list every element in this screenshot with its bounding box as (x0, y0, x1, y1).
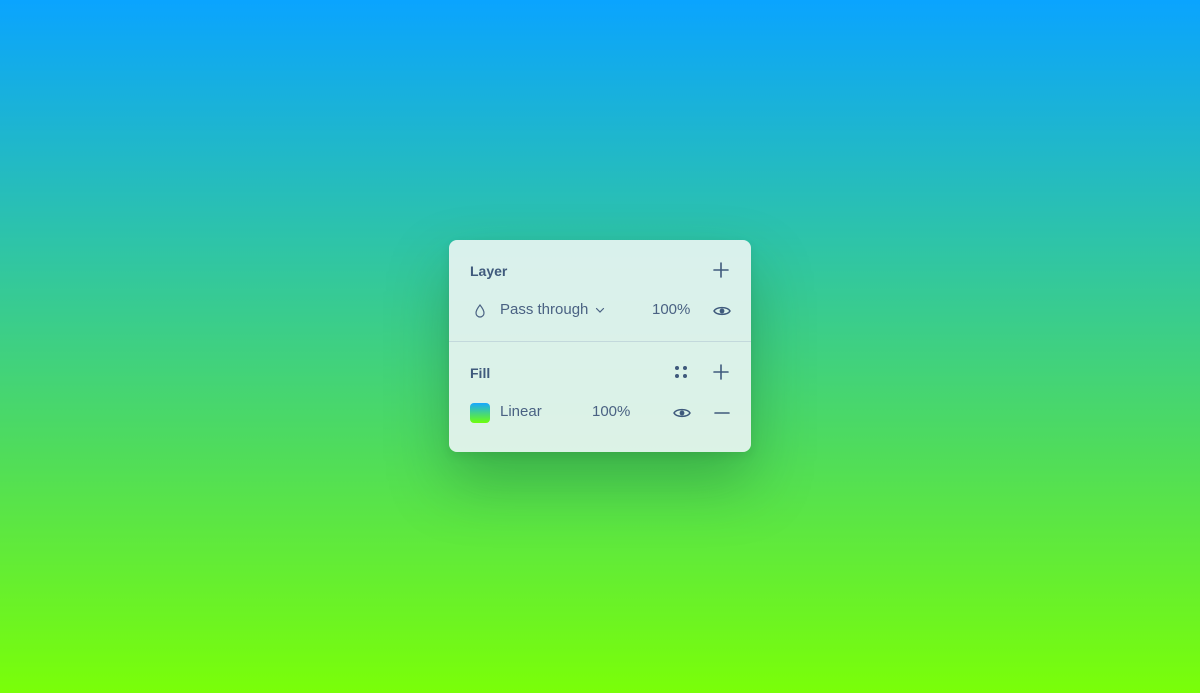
droplet-icon (470, 301, 490, 321)
layer-opacity[interactable]: 100% (652, 301, 690, 318)
properties-panel: Layer Pass through 100% Fill Linear 100% (449, 240, 751, 452)
layer-blend-row: Pass through 100% (449, 299, 751, 323)
fill-opacity[interactable]: 100% (592, 403, 630, 420)
fill-eye-icon[interactable] (672, 403, 692, 423)
styles-four-dots-icon[interactable] (671, 362, 691, 382)
add-fill-icon[interactable] (711, 362, 731, 382)
blend-mode-dropdown[interactable]: Pass through (500, 299, 612, 323)
remove-fill-minus-icon[interactable] (712, 403, 732, 423)
blend-mode-label: Pass through (500, 301, 589, 318)
fill-color-swatch[interactable] (470, 403, 490, 423)
fill-type-label[interactable]: Linear (500, 403, 542, 420)
fill-section: Fill Linear 100% (449, 342, 751, 452)
add-layer-icon[interactable] (711, 260, 731, 280)
layer-title: Layer (470, 263, 508, 279)
fill-title: Fill (470, 365, 491, 381)
fill-row: Linear 100% (449, 401, 751, 425)
layer-section: Layer Pass through 100% (449, 240, 751, 341)
chevron-down-icon (595, 306, 605, 314)
layer-eye-icon[interactable] (712, 301, 732, 321)
